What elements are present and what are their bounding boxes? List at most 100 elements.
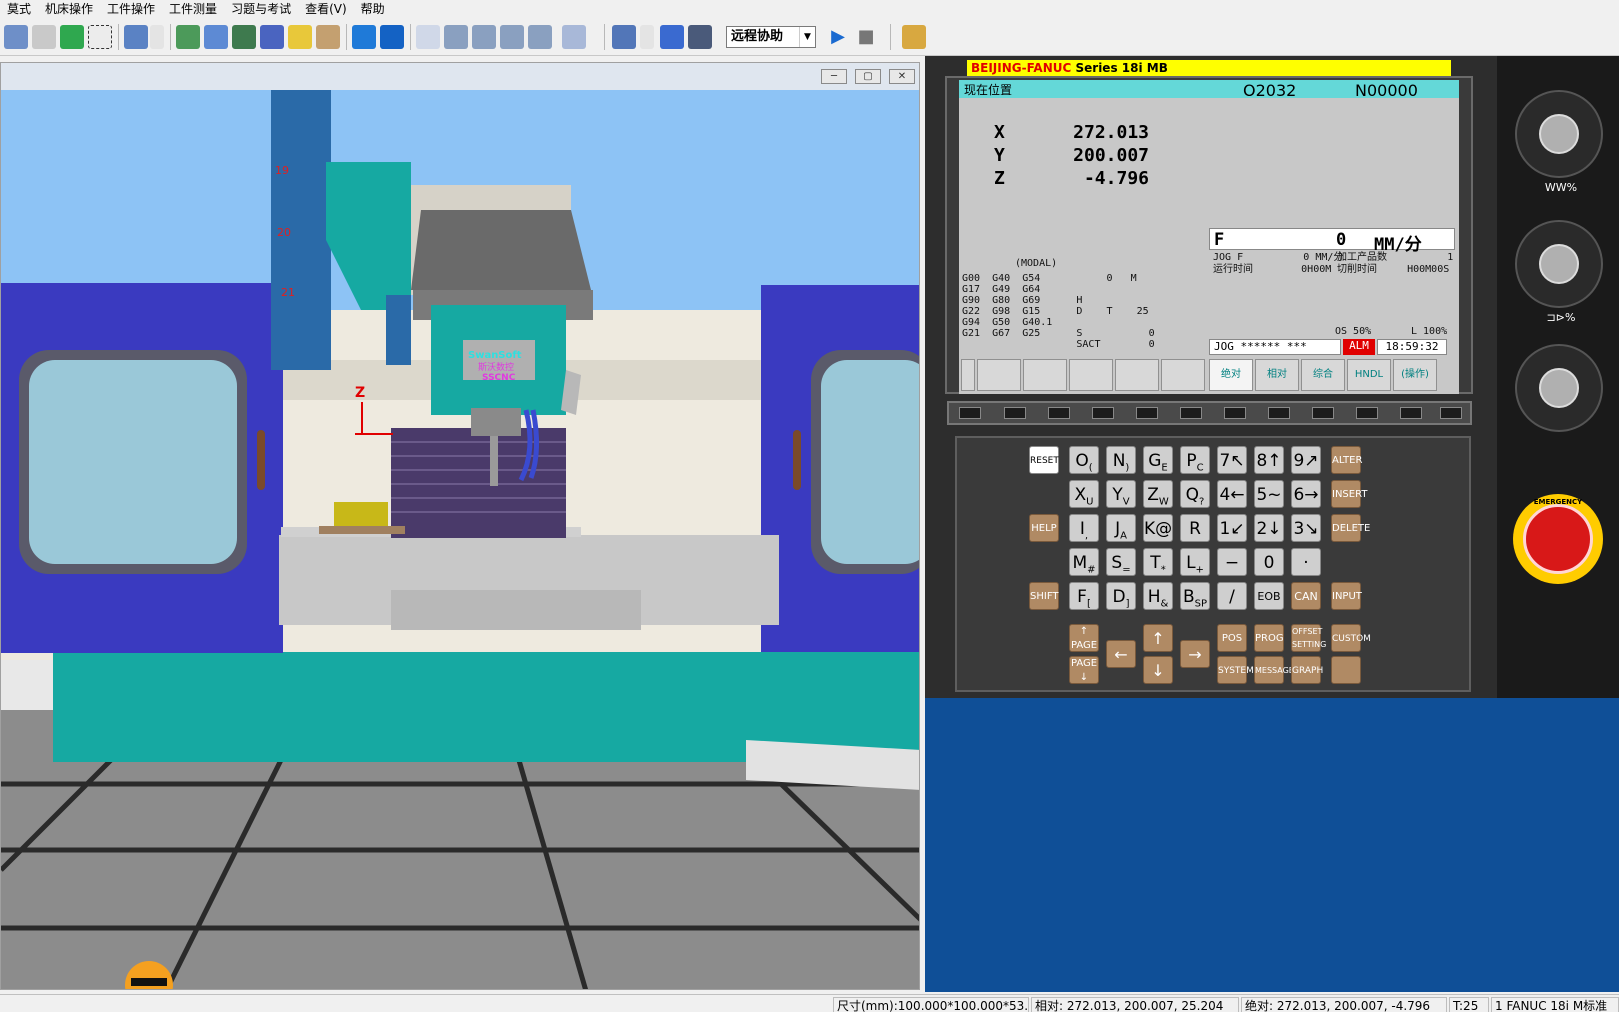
key-I[interactable]: I, [1069, 514, 1099, 542]
minimize-button[interactable]: ─ [821, 69, 847, 84]
key-X[interactable]: XU [1069, 480, 1099, 508]
cursor-up-key[interactable]: ↑ [1143, 624, 1173, 652]
key-R[interactable]: R [1180, 514, 1210, 542]
zoom-icon[interactable] [4, 25, 28, 49]
measure-icon[interactable] [316, 25, 340, 49]
spindle-override-knob[interactable]: ⊐⊳% [1515, 220, 1603, 324]
key-0[interactable]: 0 [1254, 548, 1284, 576]
offset-setting-key[interactable]: OFFSET SETTING [1291, 624, 1326, 652]
remote-dropdown-icon[interactable] [640, 25, 654, 49]
remote-icon[interactable] [612, 25, 636, 49]
softkey-blank[interactable] [977, 359, 1021, 391]
play-icon[interactable]: ▶ [826, 25, 850, 49]
softkey-hw[interactable] [1048, 407, 1070, 419]
softkey-hw[interactable] [1268, 407, 1290, 419]
menu-view[interactable]: 查看(V) [298, 0, 354, 18]
view-top-icon[interactable] [472, 25, 496, 49]
key-M[interactable]: M# [1069, 548, 1099, 576]
key-4[interactable]: 4← [1217, 480, 1247, 508]
cursor-down-key[interactable]: ↓ [1143, 656, 1173, 684]
record-icon[interactable] [660, 25, 684, 49]
export-icon[interactable] [902, 25, 926, 49]
key-dot[interactable]: · [1291, 548, 1321, 576]
key-2[interactable]: 2↓ [1254, 514, 1284, 542]
softkey-all[interactable]: 综合 [1301, 359, 1345, 391]
coolant-icon[interactable] [232, 25, 256, 49]
tool-icon[interactable] [204, 25, 228, 49]
cursor-left-key[interactable]: ← [1106, 640, 1136, 668]
alter-key[interactable]: ALTER [1331, 446, 1362, 474]
pan-hand-icon[interactable] [32, 25, 56, 49]
softkey-blank[interactable] [1023, 359, 1067, 391]
graph-key[interactable]: GRAPH [1291, 656, 1323, 684]
key-B[interactable]: BSP [1180, 582, 1210, 610]
softkey-hw[interactable] [1356, 407, 1378, 419]
view-left-icon[interactable] [500, 25, 524, 49]
key-6[interactable]: 6→ [1291, 480, 1321, 508]
key-G[interactable]: GE [1143, 446, 1173, 474]
view-front-icon[interactable] [444, 25, 468, 49]
pos-key[interactable]: POS [1217, 624, 1247, 652]
view-dropdown-icon[interactable] [150, 25, 164, 49]
blank-key[interactable] [1331, 656, 1361, 684]
softkey-blank[interactable] [1115, 359, 1159, 391]
key-Q[interactable]: Q? [1180, 480, 1210, 508]
softkey-blank[interactable] [961, 359, 975, 391]
cursor-right-key[interactable]: → [1180, 640, 1210, 668]
shift-key[interactable]: SHIFT [1029, 582, 1059, 610]
key-F[interactable]: F[ [1069, 582, 1099, 610]
rotate-icon[interactable] [60, 25, 84, 49]
solid-view-icon[interactable] [352, 25, 376, 49]
softkey-hw[interactable] [1004, 407, 1026, 419]
key-Z[interactable]: ZW [1143, 480, 1173, 508]
softkey-hw[interactable] [1400, 407, 1422, 419]
remote-assist-select[interactable]: 远程协助 ▼ [726, 26, 816, 48]
menu-machine-op[interactable]: 机床操作 [38, 0, 100, 18]
menu-workpiece-op[interactable]: 工件操作 [100, 0, 162, 18]
softkey-right-arrow-icon[interactable] [1440, 407, 1462, 419]
reset-key[interactable]: RESET [1029, 446, 1059, 474]
select-box-icon[interactable] [88, 25, 112, 49]
mode-select-knob[interactable] [1515, 344, 1603, 432]
key-7[interactable]: 7↖ [1217, 446, 1247, 474]
light-icon[interactable] [288, 25, 312, 49]
close-button[interactable]: ✕ [889, 69, 915, 84]
key-3[interactable]: 3↘ [1291, 514, 1321, 542]
menu-help[interactable]: 帮助 [354, 0, 392, 18]
key-slash[interactable]: / [1217, 582, 1247, 610]
key-D[interactable]: D] [1106, 582, 1136, 610]
view-right-icon[interactable] [528, 25, 552, 49]
key-8[interactable]: 8↑ [1254, 446, 1284, 474]
feed-override-knob[interactable]: WW% [1515, 90, 1603, 194]
softkey-hw[interactable] [1092, 407, 1114, 419]
help-key[interactable]: HELP [1029, 514, 1059, 542]
eob-key[interactable]: EOB [1254, 582, 1284, 610]
menu-exercise-exam[interactable]: 习题与考试 [224, 0, 298, 18]
softkey-operation[interactable]: (操作) [1393, 359, 1437, 391]
view-select-icon[interactable] [124, 25, 148, 49]
key-P[interactable]: PC [1180, 446, 1210, 474]
system-key[interactable]: SYSTEM [1217, 656, 1254, 684]
cover-icon[interactable] [260, 25, 284, 49]
key-J[interactable]: JA [1106, 514, 1136, 542]
softkey-handle[interactable]: HNDL [1347, 359, 1391, 391]
emergency-stop-button[interactable]: EMERGENCY [1513, 494, 1603, 584]
softkey-absolute[interactable]: 绝对 [1209, 359, 1253, 391]
page-up-key[interactable]: ↑ PAGE [1069, 624, 1099, 652]
key-T[interactable]: T* [1143, 548, 1173, 576]
softkey-blank[interactable] [1069, 359, 1113, 391]
key-H[interactable]: H& [1143, 582, 1173, 610]
input-key[interactable]: INPUT [1331, 582, 1362, 610]
softkey-hw[interactable] [1224, 407, 1246, 419]
menu-mode[interactable]: 莫式 [0, 0, 38, 18]
insert-key[interactable]: INSERT [1331, 480, 1367, 508]
maximize-button[interactable]: ▢ [855, 69, 881, 84]
softkey-blank[interactable] [1161, 359, 1205, 391]
key-O[interactable]: O( [1069, 446, 1099, 474]
message-key[interactable]: MESSAGE [1254, 656, 1294, 684]
menu-workpiece-measure[interactable]: 工件测量 [162, 0, 224, 18]
softkey-hw[interactable] [1136, 407, 1158, 419]
custom-key[interactable]: CUSTOM [1331, 624, 1371, 652]
key-minus[interactable]: − [1217, 548, 1247, 576]
key-Y[interactable]: YV [1106, 480, 1136, 508]
